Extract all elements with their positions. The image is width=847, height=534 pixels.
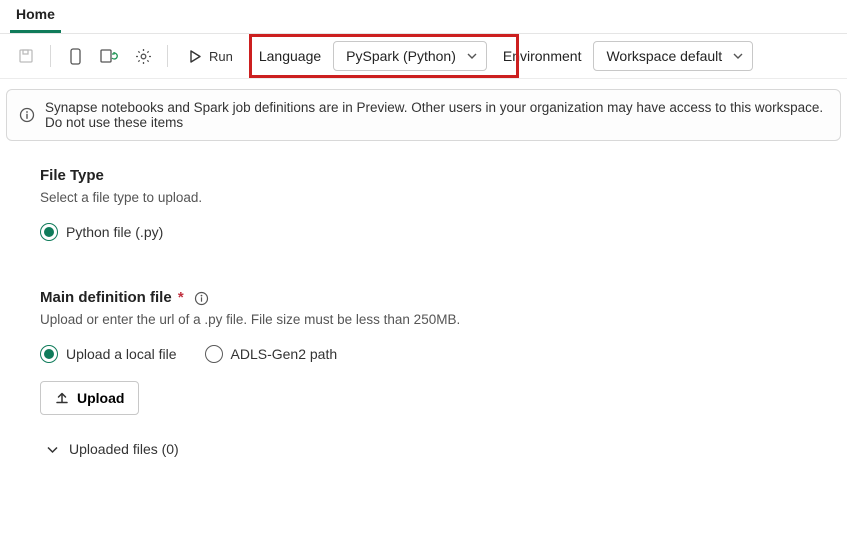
environment-value: Workspace default [606, 48, 722, 64]
form-content: File Type Select a file type to upload. … [0, 141, 847, 483]
maindef-title: Main definition file * [40, 289, 807, 306]
radio-icon [40, 223, 58, 241]
radio-label: Python file (.py) [66, 224, 163, 240]
language-value: PySpark (Python) [346, 48, 456, 64]
maindef-option-adls[interactable]: ADLS-Gen2 path [205, 345, 338, 363]
radio-label: Upload a local file [66, 346, 177, 362]
language-dropdown[interactable]: PySpark (Python) [333, 41, 487, 71]
info-icon[interactable] [194, 291, 209, 306]
filetype-option-python[interactable]: Python file (.py) [40, 223, 807, 241]
radio-icon [205, 345, 223, 363]
environment-label: Environment [503, 48, 582, 64]
language-label: Language [259, 48, 321, 64]
radio-label: ADLS-Gen2 path [231, 346, 338, 362]
radio-icon [40, 345, 58, 363]
disclosure-label: Uploaded files (0) [69, 441, 179, 457]
tab-home[interactable]: Home [10, 2, 61, 33]
upload-icon [55, 391, 69, 405]
run-label: Run [209, 49, 233, 64]
environment-dropdown[interactable]: Workspace default [593, 41, 753, 71]
maindef-title-text: Main definition file [40, 289, 172, 306]
toolbar: Run Language PySpark (Python) Environmen… [0, 34, 847, 79]
preview-warning-banner: Synapse notebooks and Spark job definiti… [6, 89, 841, 141]
chevron-down-icon [732, 50, 744, 62]
notebook-icon[interactable] [61, 42, 89, 70]
divider [167, 45, 168, 67]
info-icon [19, 107, 35, 123]
chevron-down-icon [46, 443, 59, 456]
play-icon [188, 49, 203, 64]
maindef-source-radios: Upload a local file ADLS-Gen2 path [40, 345, 807, 363]
maindef-desc: Upload or enter the url of a .py file. F… [40, 312, 807, 327]
maindef-option-upload[interactable]: Upload a local file [40, 345, 177, 363]
upload-label: Upload [77, 390, 124, 406]
required-mark: * [174, 289, 184, 306]
upload-button[interactable]: Upload [40, 381, 139, 415]
refresh-icon[interactable] [95, 42, 123, 70]
tab-bar: Home [0, 0, 847, 34]
divider [50, 45, 51, 67]
uploaded-files-disclosure[interactable]: Uploaded files (0) [40, 441, 807, 457]
save-icon [12, 42, 40, 70]
settings-icon[interactable] [129, 42, 157, 70]
run-button[interactable]: Run [178, 45, 243, 68]
filetype-title: File Type [40, 167, 807, 184]
filetype-desc: Select a file type to upload. [40, 190, 807, 205]
banner-text: Synapse notebooks and Spark job definiti… [45, 100, 828, 130]
chevron-down-icon [466, 50, 478, 62]
